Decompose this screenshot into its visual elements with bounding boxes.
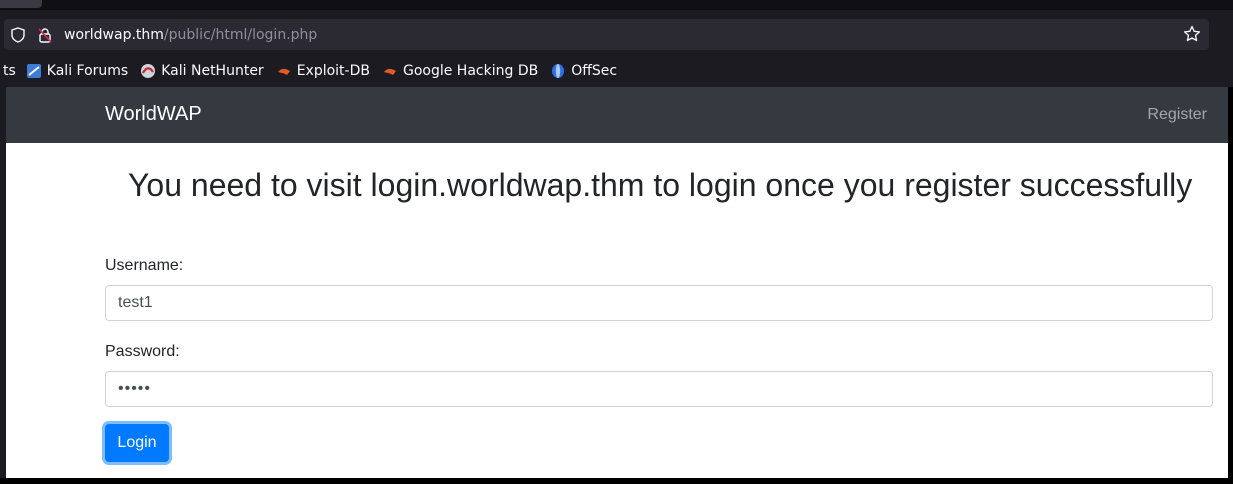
- offsec-icon: [550, 63, 566, 79]
- page-content: WorldWAP Register You need to visit logi…: [6, 87, 1228, 478]
- bookmark-truncated[interactable]: ts: [3, 63, 16, 79]
- window-border: [1228, 87, 1233, 484]
- url-text[interactable]: worldwap.thm/public/html/login.php: [64, 27, 317, 43]
- insecure-lock-icon[interactable]: [36, 26, 54, 44]
- tab-strip: [0, 0, 1233, 10]
- shield-icon[interactable]: [9, 26, 27, 44]
- bookmark-label: Kali NetHunter: [161, 63, 264, 79]
- bookmark-star-icon[interactable]: [1183, 25, 1201, 48]
- bookmark-exploit-db[interactable]: Exploit-DB: [276, 63, 370, 79]
- username-label: Username:: [105, 257, 184, 274]
- url-path: /public/html/login.php: [163, 26, 318, 43]
- register-link[interactable]: Register: [1147, 106, 1207, 124]
- bookmark-offsec[interactable]: OffSec: [550, 63, 617, 79]
- browser-tab[interactable]: [0, 0, 42, 8]
- bookmark-label: ts: [3, 63, 16, 79]
- exploit-db-icon: [276, 63, 292, 79]
- window-border-bottom: [0, 478, 1233, 484]
- site-brand[interactable]: WorldWAP: [105, 103, 202, 126]
- bookmark-label: Kali Forums: [46, 63, 129, 79]
- page-heading: You need to visit login.worldwap.thm to …: [128, 167, 1193, 203]
- ghdb-icon: [382, 63, 398, 79]
- password-label: Password:: [105, 343, 180, 360]
- username-input[interactable]: test1: [105, 285, 1213, 321]
- bookmark-kali-nethunter[interactable]: Kali NetHunter: [140, 63, 264, 79]
- bookmark-kali-forums[interactable]: Kali Forums: [26, 63, 128, 79]
- url-host: worldwap.thm: [64, 26, 164, 43]
- bookmark-label: Exploit-DB: [296, 63, 370, 79]
- kali-forums-icon: [26, 63, 42, 79]
- bookmarks-toolbar: ts Kali Forums Kali NetHunter Exploit-DB…: [0, 56, 1233, 86]
- bookmark-label: Google Hacking DB: [402, 63, 539, 79]
- kali-nethunter-icon: [140, 63, 156, 79]
- site-navbar: WorldWAP Register: [6, 87, 1228, 143]
- password-input[interactable]: •••••: [105, 371, 1213, 407]
- bookmark-google-hacking-db[interactable]: Google Hacking DB: [382, 63, 538, 79]
- bookmark-label: OffSec: [571, 63, 618, 79]
- address-bar[interactable]: worldwap.thm/public/html/login.php: [4, 19, 1209, 50]
- login-button[interactable]: Login: [105, 424, 169, 462]
